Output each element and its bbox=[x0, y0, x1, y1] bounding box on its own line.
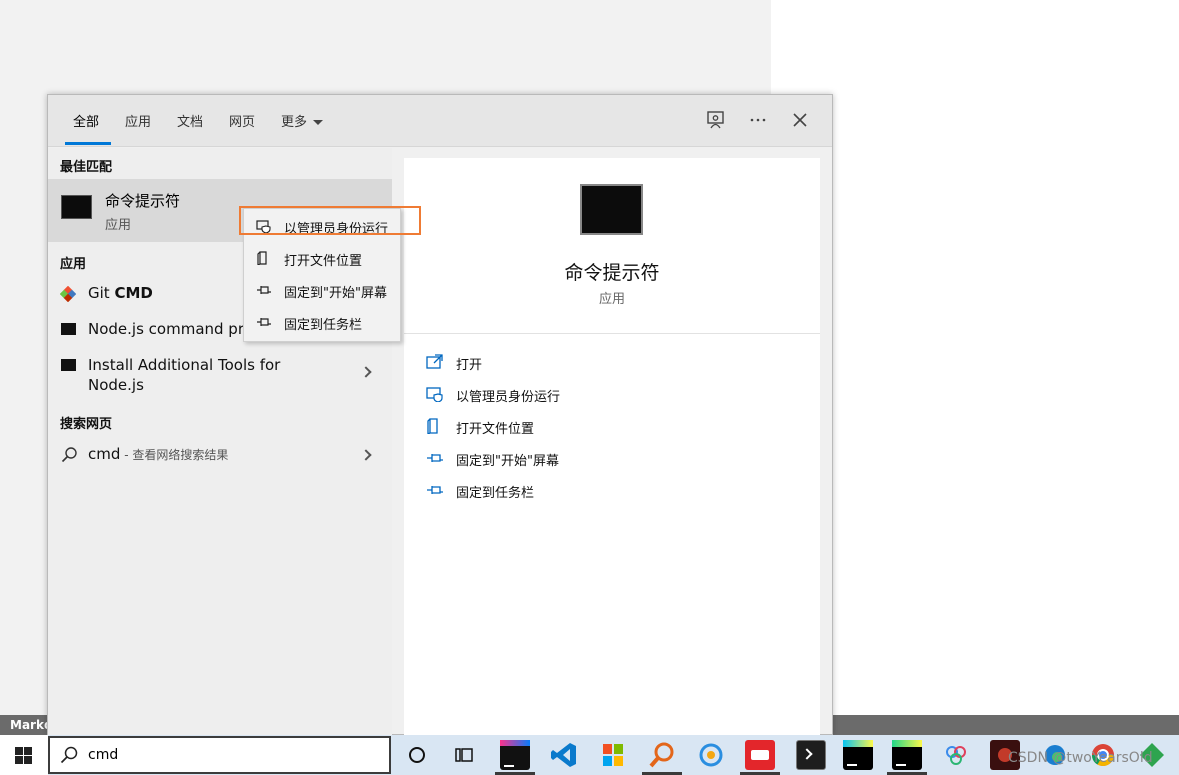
search-tool-icon[interactable] bbox=[647, 740, 677, 770]
cortana-icon[interactable] bbox=[402, 740, 432, 770]
menu-item-pin-to-start-label: 固定到"开始"屏幕 bbox=[284, 286, 387, 301]
app-label-git-plain: Git bbox=[88, 284, 115, 302]
web-search-suffix: - 查看网络搜索结果 bbox=[120, 448, 229, 462]
section-web: 搜索网页 bbox=[60, 417, 113, 432]
start-button[interactable] bbox=[0, 735, 48, 775]
terminal-icon[interactable] bbox=[796, 740, 826, 770]
file-location-icon bbox=[257, 251, 267, 265]
app-label-install-line2: Node.js bbox=[88, 376, 144, 394]
search-tabs: 全部 应用 文档 网页 更多 bbox=[48, 95, 832, 147]
list-item-web-search[interactable]: cmd - 查看网络搜索结果 bbox=[48, 437, 392, 469]
taskbar-search-input[interactable]: cmd bbox=[48, 736, 391, 774]
tab-all[interactable]: 全部 bbox=[73, 111, 99, 130]
web-search-label: cmd - 查看网络搜索结果 bbox=[88, 445, 228, 463]
active-tab-indicator bbox=[65, 142, 111, 145]
youdao-icon[interactable] bbox=[745, 740, 775, 770]
app-label-git-bold: CMD bbox=[114, 284, 153, 302]
action-pin-to-taskbar-label: 固定到任务栏 bbox=[456, 486, 535, 501]
close-icon[interactable] bbox=[789, 109, 811, 131]
action-pin-to-start-label: 固定到"开始"屏幕 bbox=[456, 454, 559, 469]
intellij-idea-icon[interactable] bbox=[500, 740, 530, 770]
preview-subtitle: 应用 bbox=[598, 292, 625, 307]
highlight-annotation-box bbox=[239, 206, 421, 235]
action-open-label: 打开 bbox=[456, 358, 483, 373]
pin-icon bbox=[427, 486, 443, 494]
console-icon bbox=[61, 323, 76, 335]
vscode-icon[interactable] bbox=[549, 740, 579, 770]
open-icon bbox=[426, 354, 443, 369]
preview-title: 命令提示符 bbox=[564, 262, 660, 284]
tab-web[interactable]: 网页 bbox=[229, 111, 255, 130]
more-options-icon[interactable] bbox=[747, 109, 769, 131]
app-label-git-cmd: Git CMD bbox=[88, 284, 153, 302]
menu-item-open-file-location[interactable]: 打开文件位置 bbox=[244, 244, 400, 272]
cloud-icon[interactable] bbox=[941, 740, 971, 770]
feedback-icon[interactable] bbox=[705, 109, 727, 131]
pin-icon bbox=[427, 454, 443, 462]
shield-icon bbox=[426, 387, 443, 402]
menu-item-pin-to-start[interactable]: 固定到"开始"屏幕 bbox=[244, 276, 400, 304]
search-panel: 全部 应用 文档 网页 更多 最佳匹配 命令提示符 应用 应用 Git CMD … bbox=[47, 94, 833, 736]
section-best-match: 最佳匹配 bbox=[60, 160, 113, 175]
taskbar: cmd bbox=[0, 735, 1179, 775]
file-location-icon bbox=[427, 418, 438, 434]
task-view-icon[interactable] bbox=[449, 740, 479, 770]
preview-pane: 命令提示符 应用 打开 以管理员身份运行 打开文件位置 固定到"开始"屏幕 固定… bbox=[404, 158, 820, 736]
divider bbox=[404, 333, 820, 334]
action-run-as-admin-label: 以管理员身份运行 bbox=[456, 390, 561, 405]
pin-icon bbox=[257, 318, 271, 326]
action-open-file-location-label: 打开文件位置 bbox=[456, 422, 535, 437]
tab-more[interactable]: 更多 bbox=[281, 111, 324, 130]
chevron-right-icon[interactable] bbox=[360, 449, 372, 461]
cmd-app-icon bbox=[61, 195, 92, 219]
best-match-title: 命令提示符 bbox=[105, 192, 181, 210]
tab-apps[interactable]: 应用 bbox=[125, 111, 151, 130]
pin-icon bbox=[257, 286, 271, 294]
cmd-large-icon bbox=[580, 184, 643, 235]
git-icon bbox=[60, 286, 76, 302]
menu-item-pin-to-taskbar-label: 固定到任务栏 bbox=[284, 318, 363, 333]
console-icon bbox=[61, 359, 76, 371]
section-apps: 应用 bbox=[60, 257, 87, 272]
search-icon bbox=[60, 746, 78, 764]
web-search-query: cmd bbox=[88, 445, 121, 463]
menu-item-open-file-location-label: 打开文件位置 bbox=[284, 254, 363, 269]
menu-item-pin-to-taskbar[interactable]: 固定到任务栏 bbox=[244, 308, 400, 336]
tab-documents[interactable]: 文档 bbox=[177, 111, 203, 130]
tab-more-label: 更多 bbox=[281, 115, 308, 130]
caret-down-icon bbox=[313, 120, 324, 125]
watermark: CSDN @twoYearsOld bbox=[1008, 750, 1153, 766]
browser-icon[interactable] bbox=[696, 740, 726, 770]
app-label-install-line1: Install Additional Tools for bbox=[88, 356, 281, 374]
taskbar-search-value: cmd bbox=[88, 747, 119, 763]
pycharm-icon[interactable] bbox=[892, 740, 922, 770]
list-item-install-tools[interactable]: Install Additional Tools for Node.js bbox=[48, 348, 392, 394]
office-icon[interactable] bbox=[598, 740, 628, 770]
chevron-right-icon[interactable] bbox=[360, 366, 372, 378]
best-match-subtitle: 应用 bbox=[105, 218, 132, 233]
search-icon bbox=[61, 447, 77, 463]
windows-logo-icon bbox=[15, 747, 32, 764]
webstorm-icon[interactable] bbox=[843, 740, 873, 770]
